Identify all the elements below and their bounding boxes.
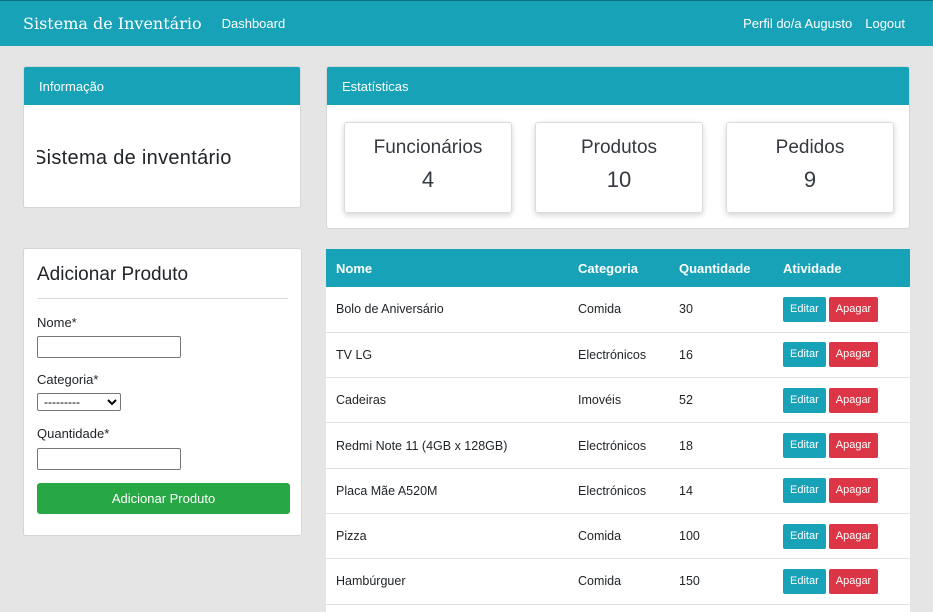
edit-button[interactable]: Editar: [783, 433, 826, 459]
name-label: Nome*: [37, 315, 77, 330]
stats-card: Estatísticas Funcionários 4 Produtos 10 …: [326, 66, 910, 229]
column-header-quantity: Quantidade: [679, 260, 751, 276]
nav-right-group: Perfil do/a Augusto Logout: [743, 16, 905, 31]
cell-quantity: 18: [679, 438, 693, 453]
column-header-activity: Atividade: [783, 260, 842, 276]
table-row: Redmi Note 11 (4GB x 128GB) Electrónicos 1…: [326, 423, 910, 469]
cell-product-name: Bolo de Aniversário: [336, 302, 444, 317]
delete-button[interactable]: Apagar: [828, 478, 879, 504]
cell-product-name: Pizza: [336, 529, 367, 544]
table-row: TV LG Electrónicos 16 Editar Apagar: [326, 332, 910, 378]
cell-category: Electrónicos: [578, 347, 647, 362]
cell-actions: Editar Apagar: [773, 287, 910, 332]
cell-product-name: Cadeiras: [336, 393, 387, 408]
stat-products-label: Produtos: [580, 137, 658, 158]
form-divider: [37, 298, 288, 299]
delete-button[interactable]: Apagar: [828, 568, 879, 594]
nav-logout-link[interactable]: Logout: [865, 16, 905, 31]
cell-actions: Editar Apagar: [773, 513, 910, 558]
cell-quantity: 150: [679, 574, 700, 589]
cell-category: Electrónicos: [578, 483, 647, 498]
stat-orders-value: 9: [803, 167, 817, 192]
table-row: Pizza Comida 100 Editar Apagar: [326, 513, 910, 559]
cell-category: Comida: [578, 574, 622, 589]
products-table: Nome Categoria Quantidade Atividade Bolo…: [326, 249, 910, 605]
stat-products: Produtos 10: [535, 122, 703, 213]
cell-quantity: 30: [679, 302, 693, 317]
category-select[interactable]: ---------: [37, 393, 121, 411]
cell-product-name: Redmi Note 11 (4GB x 128GB): [336, 438, 508, 453]
brand-link[interactable]: Sistema de Inventário: [23, 14, 202, 33]
cell-category: Imovéis: [578, 393, 622, 408]
delete-button[interactable]: Apagar: [828, 433, 879, 459]
info-marquee-clip: Sistema de inventário: [37, 67, 299, 207]
cell-quantity: 52: [679, 393, 693, 408]
delete-button[interactable]: Apagar: [828, 296, 879, 322]
add-product-button[interactable]: Adicionar Produto: [37, 483, 290, 514]
edit-button[interactable]: Editar: [783, 342, 826, 368]
info-marquee-text: Sistema de inventário: [37, 147, 232, 169]
cell-product-name: Hambúrguer: [336, 574, 406, 589]
quantity-input[interactable]: [37, 448, 181, 470]
stat-employees-label: Funcionários: [373, 137, 483, 158]
table-header-row: Nome Categoria Quantidade Atividade: [326, 249, 910, 287]
table-row: Hambúrguer Comida 150 Editar Apagar: [326, 559, 910, 605]
column-header-category: Categoria: [578, 260, 638, 276]
cell-actions: Editar Apagar: [773, 559, 910, 604]
cell-actions: Editar Apagar: [773, 378, 910, 423]
quantity-label: Quantidade*: [37, 426, 110, 441]
edit-button[interactable]: Editar: [783, 296, 826, 322]
stat-employees-value: 4: [421, 167, 435, 192]
category-label: Categoria*: [37, 372, 99, 387]
edit-button[interactable]: Editar: [783, 523, 826, 549]
top-navbar: Sistema de Inventário Dashboard Perfil d…: [0, 0, 933, 46]
add-product-card: Adicionar Produto Nome* Categoria* -----…: [23, 248, 302, 536]
table-row: Placa Mãe A520M Electrónicos 14 Editar Apaga…: [326, 468, 910, 514]
cell-actions: Editar Apagar: [773, 423, 910, 468]
cell-product-name: TV LG: [336, 347, 373, 362]
name-input[interactable]: [37, 336, 181, 358]
nav-dashboard-link[interactable]: Dashboard: [222, 16, 286, 31]
delete-button[interactable]: Apagar: [828, 387, 879, 413]
edit-button[interactable]: Editar: [783, 568, 826, 594]
table-row: Bolo de Aniversário Comida 30 Editar Apagar: [326, 287, 910, 333]
stat-orders-label: Pedidos: [775, 137, 845, 158]
delete-button[interactable]: Apagar: [828, 523, 879, 549]
cell-category: Electrónicos: [578, 438, 647, 453]
products-table-card: Nome Categoria Quantidade Atividade Bolo…: [326, 249, 910, 612]
stat-employees: Funcionários 4: [344, 122, 512, 213]
cell-quantity: 100: [679, 529, 700, 544]
nav-profile-link[interactable]: Perfil do/a Augusto: [743, 16, 852, 31]
stat-orders: Pedidos 9: [726, 122, 894, 213]
cell-product-name: Placa Mãe A520M: [336, 483, 438, 498]
info-card: Informação Sistema de inventário: [23, 66, 301, 208]
column-header-name: Nome: [336, 260, 373, 276]
edit-button[interactable]: Editar: [783, 478, 826, 504]
stat-products-value: 10: [606, 167, 632, 192]
stats-card-header: Estatísticas: [327, 67, 909, 105]
add-product-title: Adicionar Produto: [37, 264, 189, 285]
cell-actions: Editar Apagar: [773, 332, 910, 377]
delete-button[interactable]: Apagar: [828, 342, 879, 368]
table-body: Bolo de Aniversário Comida 30 Editar Apagar T…: [326, 287, 910, 605]
cell-category: Comida: [578, 302, 622, 317]
edit-button[interactable]: Editar: [783, 387, 826, 413]
cell-quantity: 14: [679, 483, 693, 498]
cell-quantity: 16: [679, 347, 693, 362]
cell-actions: Editar Apagar: [773, 468, 910, 513]
table-row: Cadeiras Imovéis 52 Editar Apagar: [326, 378, 910, 423]
cell-category: Comida: [578, 529, 622, 544]
